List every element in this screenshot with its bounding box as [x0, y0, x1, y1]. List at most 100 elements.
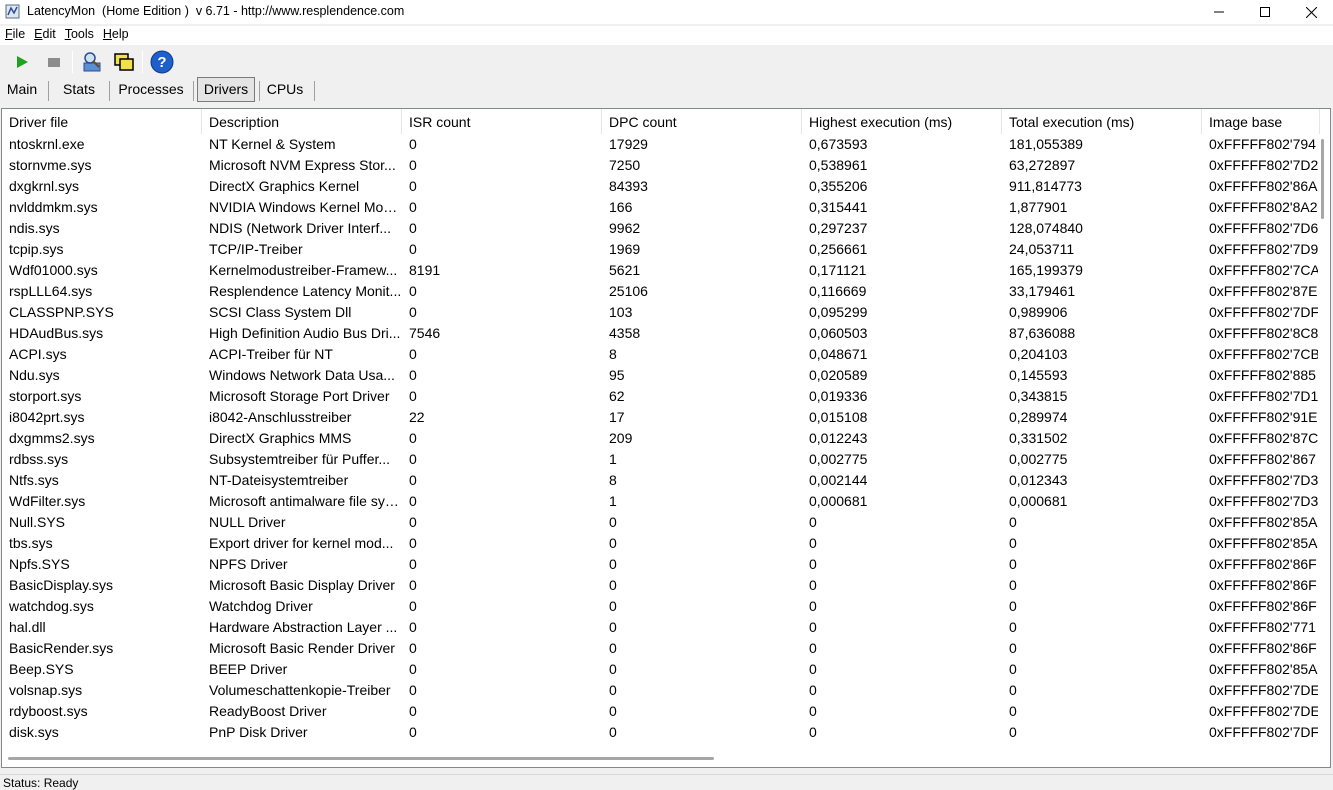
table-row[interactable]: rdyboost.sys ReadyBoost Driver 0 0 0 0 0xFFFFF… — [2, 701, 1320, 722]
image-base-cell: 0xFFFFF802'7D3 — [1209, 493, 1319, 509]
table-row[interactable]: CLASSPNP.SYS SCSI Class System Dll 0 103 0,0… — [2, 302, 1320, 323]
image-base-cell: 0xFFFFF802'7DE — [1209, 703, 1320, 719]
windows-button[interactable] — [111, 49, 137, 75]
vertical-scroll-thumb[interactable] — [1321, 139, 1324, 219]
vertical-scrollbar[interactable] — [1318, 134, 1330, 750]
dpc-count-cell: 0 — [609, 556, 617, 572]
total-execution-cell: 0 — [1009, 577, 1017, 593]
horizontal-scroll-thumb[interactable] — [8, 757, 714, 760]
image-base-cell: 0xFFFFF802'91E — [1209, 409, 1318, 425]
table-row[interactable]: ACPI.sys ACPI-Treiber für NT 0 8 0,048671 0,2… — [2, 344, 1320, 365]
driver-file-cell: rspLLL64.sys — [9, 283, 93, 299]
highest-execution-cell: 0 — [809, 598, 817, 614]
table-row[interactable]: Ndu.sys Windows Network Data Usa... 0 95 0,0… — [2, 365, 1320, 386]
table-row[interactable]: ntoskrnl.exe NT Kernel & System 0 17929 0,67… — [2, 134, 1320, 155]
tab-cpus[interactable]: CPUs — [263, 78, 307, 102]
column-header-dpc-count[interactable]: DPC count — [602, 109, 802, 134]
table-row[interactable]: BasicDisplay.sys Microsoft Basic Display … — [2, 575, 1320, 596]
highest-execution-cell: 0,048671 — [809, 346, 868, 362]
stop-monitor-button[interactable] — [41, 49, 67, 75]
table-row[interactable]: BasicRender.sys Microsoft Basic Render Dr… — [2, 638, 1320, 659]
isr-count-cell: 0 — [409, 724, 417, 740]
tab-drivers[interactable]: Drivers — [197, 77, 255, 102]
horizontal-scrollbar[interactable] — [2, 750, 1318, 767]
dpc-count-cell: 0 — [609, 577, 617, 593]
table-row[interactable]: nvlddmkm.sys NVIDIA Windows Kernel Mod...… — [2, 197, 1320, 218]
table-row[interactable]: tcpip.sys TCP/IP-Treiber 0 1969 0,256661 24,0… — [2, 239, 1320, 260]
menu-help[interactable]: Help — [98, 26, 133, 45]
table-row[interactable]: stornvme.sys Microsoft NVM Express Stor..… — [2, 155, 1320, 176]
total-execution-cell: 24,053711 — [1009, 241, 1075, 257]
dpc-count-cell: 103 — [609, 304, 633, 320]
driver-file-cell: tcpip.sys — [9, 241, 64, 257]
menu-file[interactable]: File — [0, 26, 29, 45]
start-monitor-button[interactable] — [9, 49, 35, 75]
table-row[interactable]: Npfs.SYS NPFS Driver 0 0 0 0 0xFFFFF802'86F — [2, 554, 1320, 575]
highest-execution-cell: 0,000681 — [809, 493, 868, 509]
help-button[interactable]: ? — [149, 49, 175, 75]
table-row[interactable]: Beep.SYS BEEP Driver 0 0 0 0 0xFFFFF802'85A — [2, 659, 1320, 680]
total-execution-cell: 63,272897 — [1009, 157, 1076, 173]
table-row[interactable]: WdFilter.sys Microsoft antimalware file s… — [2, 491, 1320, 512]
column-header-highest-execution[interactable]: Highest execution (ms) — [802, 109, 1002, 134]
table-row[interactable]: rdbss.sys Subsystemtreiber für Puffer... 0… — [2, 449, 1320, 470]
description-cell: PnP Disk Driver — [209, 724, 308, 740]
description-cell: Hardware Abstraction Layer ... — [209, 619, 398, 635]
inspect-button[interactable] — [79, 49, 105, 75]
isr-count-cell: 0 — [409, 241, 417, 257]
isr-count-cell: 8191 — [409, 262, 441, 278]
dpc-count-cell: 0 — [609, 598, 617, 614]
total-execution-cell: 0,145593 — [1009, 367, 1068, 383]
description-cell: Microsoft NVM Express Stor... — [209, 157, 396, 173]
column-header-driver-file[interactable]: Driver file — [2, 109, 202, 134]
highest-execution-cell: 0,095299 — [809, 304, 868, 320]
table-row[interactable]: Null.SYS NULL Driver 0 0 0 0 0xFFFFF802'85A — [2, 512, 1320, 533]
column-header-image-base[interactable]: Image base — [1202, 109, 1320, 134]
minimize-button[interactable] — [1196, 0, 1242, 24]
table-row[interactable]: Ntfs.sys NT-Dateisystemtreiber 0 8 0,002144 0… — [2, 470, 1320, 491]
table-row[interactable]: storport.sys Microsoft Storage Port Drive… — [2, 386, 1320, 407]
table-row[interactable]: i8042prt.sys i8042-Anschlusstreiber 22 17 0,… — [2, 407, 1320, 428]
tab-processes[interactable]: Processes — [115, 78, 187, 102]
latencymon-app-icon — [5, 4, 20, 19]
table-row[interactable]: tbs.sys Export driver for kernel mod... 0 0… — [2, 533, 1320, 554]
image-base-cell: 0xFFFFF802'8C8 — [1209, 325, 1319, 341]
table-row[interactable]: Wdf01000.sys Kernelmodustreiber-Framew...… — [2, 260, 1320, 281]
column-header-total-execution[interactable]: Total execution (ms) — [1002, 109, 1202, 134]
total-execution-cell: 1,877901 — [1009, 199, 1068, 215]
total-execution-cell: 33,179461 — [1009, 283, 1076, 299]
column-header-isr-count[interactable]: ISR count — [402, 109, 602, 134]
table-row[interactable]: dxgkrnl.sys DirectX Graphics Kernel 0 84393… — [2, 176, 1320, 197]
column-header-description[interactable]: Description — [202, 109, 402, 134]
description-cell: Microsoft Basic Display Driver — [209, 577, 395, 593]
image-base-cell: 0xFFFFF802'86F — [1209, 640, 1317, 656]
tab-stats[interactable]: Stats — [55, 78, 103, 102]
driver-file-cell: watchdog.sys — [9, 598, 94, 614]
tab-main[interactable]: Main — [2, 78, 42, 102]
highest-execution-cell: 0 — [809, 619, 817, 635]
driver-file-cell: stornvme.sys — [9, 157, 92, 173]
drivers-table[interactable]: Driver file Description ISR count DPC co… — [1, 108, 1331, 768]
table-row[interactable]: disk.sys PnP Disk Driver 0 0 0 0 0xFFFFF802'7D… — [2, 722, 1320, 743]
table-row[interactable]: watchdog.sys Watchdog Driver 0 0 0 0 0xFFFFF80… — [2, 596, 1320, 617]
table-row[interactable]: volsnap.sys Volumeschattenkopie-Treiber 0 0… — [2, 680, 1320, 701]
close-button[interactable] — [1288, 0, 1333, 24]
menu-tools[interactable]: Tools — [60, 26, 98, 45]
image-base-cell: 0xFFFFF802'85A — [1209, 661, 1318, 677]
isr-count-cell: 0 — [409, 199, 417, 215]
table-row[interactable]: hal.dll Hardware Abstraction Layer ... 0 0 0… — [2, 617, 1320, 638]
total-execution-cell: 0,989906 — [1009, 304, 1068, 320]
table-row[interactable]: ndis.sys NDIS (Network Driver Interf... 0 9… — [2, 218, 1320, 239]
table-row[interactable]: HDAudBus.sys High Definition Audio Bus Dr… — [2, 323, 1320, 344]
table-row[interactable]: dxgmms2.sys DirectX Graphics MMS 0 209 0,012… — [2, 428, 1320, 449]
menu-edit[interactable]: Edit — [29, 26, 60, 45]
dpc-count-cell: 84393 — [609, 178, 648, 194]
tab-separator — [259, 81, 260, 101]
maximize-button[interactable] — [1242, 0, 1288, 24]
isr-count-cell: 0 — [409, 535, 417, 551]
table-row[interactable]: rspLLL64.sys Resplendence Latency Monit..… — [2, 281, 1320, 302]
isr-count-cell: 0 — [409, 451, 417, 467]
image-base-cell: 0xFFFFF802'885 — [1209, 367, 1316, 383]
image-base-cell: 0xFFFFF802'7D1 — [1209, 388, 1319, 404]
description-cell: TCP/IP-Treiber — [209, 241, 303, 257]
